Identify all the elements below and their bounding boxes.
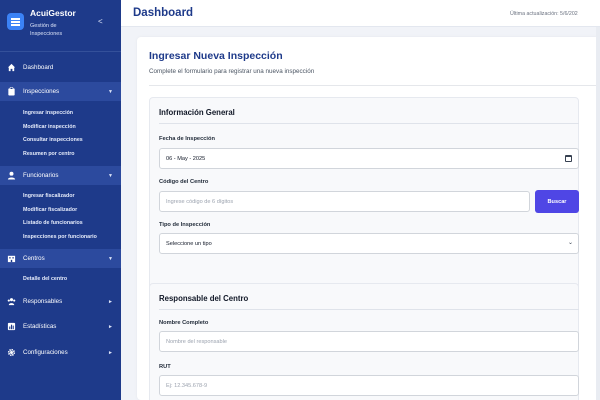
calendar-icon[interactable] (565, 155, 572, 162)
section-divider (159, 309, 579, 310)
sidebar-item-label: Configuraciones (23, 349, 68, 356)
section-title: Información General (159, 108, 235, 117)
brand-subtitle: Gestión de Inspecciones (30, 23, 63, 37)
rut-input[interactable]: Ej: 12.345.678-9 (159, 375, 579, 396)
center-code-input[interactable]: Ingrese código de 6 dígitos (159, 191, 530, 212)
sidebar: AcuiGestor Gestión de Inspecciones < Das… (0, 0, 121, 400)
sidebar-item-label: Inspecciones (23, 88, 60, 95)
chart-icon (7, 322, 16, 331)
sidebar-item-inspecciones[interactable]: Inspecciones ▼ (0, 82, 121, 101)
sidebar-item-dashboard[interactable]: Dashboard (0, 58, 121, 77)
sidebar-item-label: Estadísticas (23, 323, 57, 330)
full-name-placeholder: Nombre del responsable (166, 338, 227, 345)
sidebar-subitem-resumen-centro[interactable]: Resumen por centro (23, 151, 75, 157)
date-value: 06 - May - 2025 (166, 155, 206, 162)
clipboard-icon (7, 87, 16, 96)
date-input[interactable]: 06 - May - 2025 (159, 148, 579, 169)
inspection-type-label: Tipo de Inspección (159, 222, 211, 228)
chevron-down-icon: ▼ (108, 255, 113, 262)
sidebar-item-label: Funcionarios (23, 172, 59, 179)
sidebar-subitem-ingresar-inspeccion[interactable]: Ingresar inspección (23, 110, 73, 116)
responsible-section: Responsable del Centro Nombre Completo N… (149, 283, 579, 400)
sidebar-item-label: Responsables (23, 298, 63, 305)
last-update-text: Última actualización: 5/6/202 (510, 11, 578, 17)
sidebar-subitem-modificar-fiscalizador[interactable]: Modificar fiscalizador (23, 207, 77, 213)
scrollbar[interactable] (596, 27, 600, 400)
sidebar-item-estadisticas[interactable]: Estadísticas ► (0, 317, 121, 336)
date-label: Fecha de Inspección (159, 136, 215, 142)
user-icon (7, 171, 16, 180)
form-subtitle: Complete el formulario para registrar un… (149, 68, 315, 75)
inspection-type-value: Seleccione un tipo (166, 240, 212, 247)
section-title: Responsable del Centro (159, 294, 249, 303)
sidebar-subitem-consultar-inspecciones[interactable]: Consultar inspecciones (23, 137, 83, 143)
chevron-right-icon: ► (108, 323, 113, 330)
menu-icon[interactable] (7, 13, 24, 30)
center-code-placeholder: Ingrese código de 6 dígitos (166, 198, 234, 205)
sidebar-item-configuraciones[interactable]: Configuraciones ► (0, 343, 121, 362)
sidebar-item-centros[interactable]: Centros ▼ (0, 249, 121, 268)
sidebar-divider (0, 51, 121, 52)
chevron-down-icon: ▼ (108, 88, 113, 95)
chevron-down-icon: ⌄ (567, 240, 573, 246)
chevron-right-icon: ► (108, 298, 113, 305)
full-name-label: Nombre Completo (159, 320, 209, 326)
rut-placeholder: Ej: 12.345.678-9 (166, 382, 208, 389)
full-name-input[interactable]: Nombre del responsable (159, 331, 579, 352)
brand-name: AcuiGestor (30, 8, 76, 18)
sidebar-item-label: Centros (23, 255, 45, 262)
form-title: Ingresar Nueva Inspección (149, 50, 283, 62)
chevron-down-icon: ▼ (108, 172, 113, 179)
sidebar-item-funcionarios[interactable]: Funcionarios ▼ (0, 166, 121, 185)
building-icon (7, 254, 16, 263)
brand: AcuiGestor Gestión de Inspecciones < (0, 0, 121, 48)
gear-icon (7, 348, 16, 357)
sidebar-item-label: Dashboard (23, 64, 54, 71)
sidebar-subitem-modificar-inspeccion[interactable]: Modificar inspección (23, 124, 76, 130)
users-icon (7, 297, 16, 306)
inspection-type-select[interactable]: Seleccione un tipo ⌄ (159, 233, 579, 254)
card-divider (149, 85, 600, 86)
top-bar: Dashboard Última actualización: 5/6/202 (121, 0, 600, 27)
rut-label: RUT (159, 364, 171, 370)
center-code-label: Código del Centro (159, 179, 209, 185)
sidebar-item-responsables[interactable]: Responsables ► (0, 292, 121, 311)
general-info-section: Información General Fecha de Inspección … (149, 97, 579, 309)
chevron-right-icon: ► (108, 349, 113, 356)
home-icon (7, 63, 16, 72)
page-title: Dashboard (133, 7, 194, 19)
collapse-sidebar-icon[interactable]: < (98, 17, 103, 26)
inspection-form-card: Ingresar Nueva Inspección Complete el fo… (137, 37, 600, 400)
section-divider (159, 123, 579, 124)
search-button[interactable]: Buscar (535, 190, 579, 213)
sidebar-subitem-ingresar-fiscalizador[interactable]: Ingresar fiscalizador (23, 193, 75, 199)
sidebar-subitem-detalle-centro[interactable]: Detalle del centro (23, 276, 67, 282)
sidebar-subitem-listado-funcionarios[interactable]: Listado de funcionarios (23, 220, 83, 226)
sidebar-subitem-inspecciones-funcionario[interactable]: Inspecciones por funcionario (23, 234, 97, 240)
